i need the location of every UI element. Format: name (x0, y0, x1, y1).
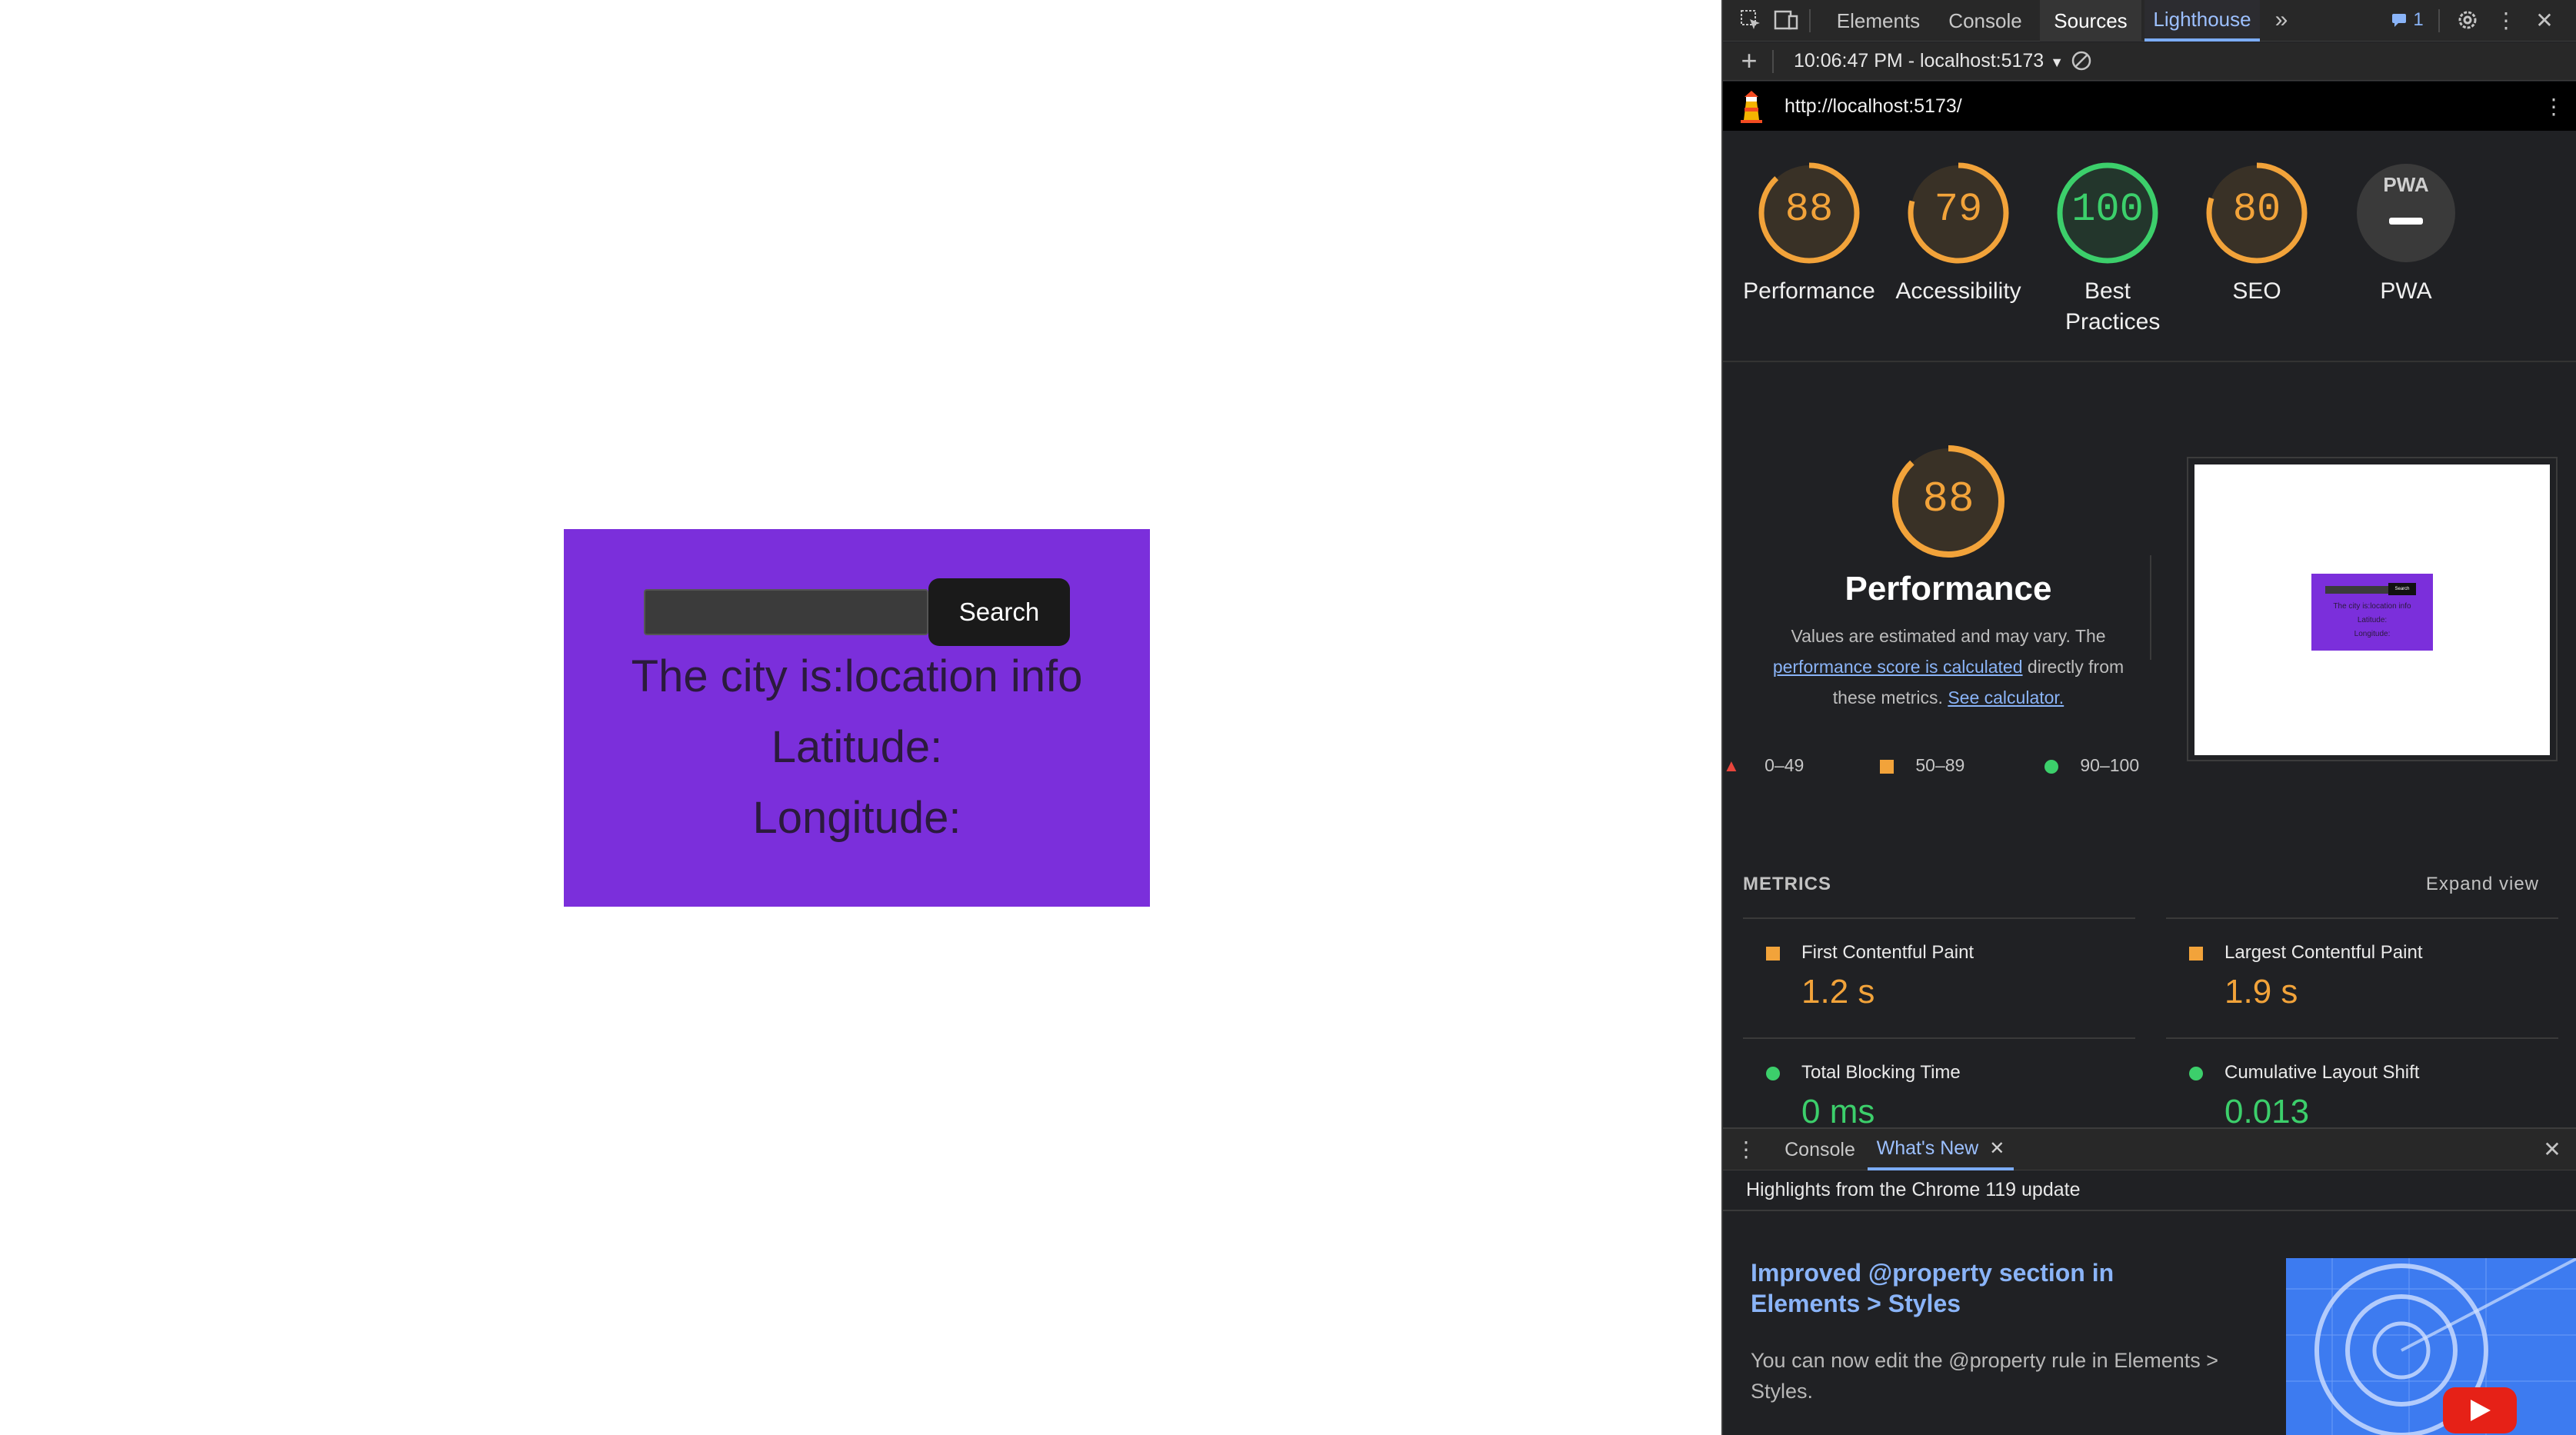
lighthouse-toolbar: + 10:06:47 PM - localhost:5173 ▼ (1723, 42, 2576, 81)
close-devtools-icon[interactable]: ✕ (2531, 6, 2558, 34)
kebab-menu-icon[interactable]: ⋮ (2492, 6, 2520, 34)
clear-reports-icon[interactable] (2068, 47, 2095, 75)
legend-pass: 90–100 (2044, 755, 2139, 776)
metric-label: Cumulative Layout Shift (2224, 1062, 2420, 1083)
metric-value: 1.9 s (2224, 973, 2298, 1010)
city-text: The city is:location info (631, 651, 1083, 701)
more-tabs-icon[interactable]: » (2268, 6, 2295, 34)
report-url-bar: http://localhost:5173/ ⋮ (1723, 82, 2576, 131)
pwa-badge-text: PWA (2383, 173, 2429, 196)
article-title[interactable]: Improved @property section in Elements >… (1751, 1257, 2151, 1319)
dropdown-arrow-icon: ▼ (2050, 55, 2064, 70)
score-calculated-link[interactable]: performance score is calculated (1773, 657, 2023, 677)
tab-console[interactable]: Console (1935, 0, 2035, 42)
metric-fcp: First Contentful Paint 1.2 s (1743, 917, 2135, 1037)
city-search-input[interactable] (644, 589, 928, 635)
score-label: Performance (1743, 278, 1875, 304)
gauge-accessibility[interactable]: 79 Accessibility (1874, 161, 2043, 307)
metrics-header: METRICS (1743, 874, 1831, 894)
metric-mark (2189, 1067, 2203, 1080)
lighthouse-logo-icon (1738, 89, 1765, 123)
video-thumbnail[interactable] (2286, 1258, 2576, 1435)
settings-gear-icon[interactable] (2454, 6, 2481, 34)
score-label: PWA (2380, 278, 2432, 304)
metric-value: 0.013 (2224, 1093, 2310, 1130)
score-value: 80 (2232, 187, 2281, 232)
metric-label: Total Blocking Time (1801, 1062, 1961, 1083)
score-label: Accessibility (1895, 278, 2021, 304)
issues-badge[interactable]: 1 (2384, 6, 2431, 34)
metric-lcp: Largest Contentful Paint 1.9 s (2166, 917, 2558, 1037)
tab-elements[interactable]: Elements (1828, 0, 1929, 42)
gauge-performance[interactable]: 88 Performance (1725, 161, 1894, 307)
legend-fail: ▲ 0–49 (1723, 755, 1805, 775)
report-select[interactable]: 10:06:47 PM - localhost:5173 ▼ (1794, 50, 2064, 72)
performance-score: 88 (1922, 474, 1974, 524)
score-value: 88 (1785, 187, 1834, 232)
new-report-plus-icon[interactable]: + (1735, 45, 1763, 76)
legend-average: 50–89 (1880, 755, 1964, 776)
score-label: Best Practices (2065, 278, 2161, 335)
see-calculator-link[interactable]: See calculator. (1948, 688, 2064, 708)
report-menu-icon[interactable]: ⋮ (2540, 92, 2568, 120)
performance-title: Performance (1845, 570, 2052, 608)
metric-mark (1766, 947, 1780, 961)
score-value: 100 (2071, 187, 2144, 232)
circle-icon (2044, 759, 2058, 774)
metric-mark (2189, 947, 2203, 961)
devtools-tabbar: Elements Console Sources Lighthouse » 1 … (1723, 0, 2576, 42)
performance-description: Values are estimated and may vary. The p… (1772, 626, 2124, 708)
latitude-text: Latitude: (771, 722, 943, 772)
issues-icon (2392, 14, 2407, 27)
weather-card: Search The city is:location info Latitud… (564, 529, 1150, 907)
metric-label: First Contentful Paint (1801, 942, 1974, 963)
gauge-pwa[interactable]: PWA PWA (2321, 161, 2491, 307)
report-url: http://localhost:5173/ (1785, 95, 1962, 117)
devtools-panel: Elements Console Sources Lighthouse » 1 … (1721, 0, 2576, 1435)
search-button[interactable]: Search (928, 578, 1070, 646)
thumbnail-card: Search The city is:location info Latitud… (2311, 574, 2433, 651)
metric-cls: Cumulative Layout Shift 0.013 (2166, 1037, 2558, 1130)
longitude-text: Longitude: (752, 793, 961, 843)
category-scores: 88 Performance 79 Accessibility 100 Best… (1723, 132, 2576, 362)
drawer-tab-console[interactable]: Console (1774, 1129, 1866, 1170)
performance-section: 88 Performance Values are estimated and … (1723, 363, 2576, 840)
thumbnail-search-button: Search (2388, 583, 2416, 595)
whats-new-panel: Highlights from the Chrome 119 update Im… (1723, 1171, 2576, 1435)
final-screenshot[interactable]: Search The city is:location info Latitud… (2187, 457, 2558, 761)
page-viewport: Search The city is:location info Latitud… (0, 0, 1721, 1435)
tab-lighthouse[interactable]: Lighthouse (2144, 0, 2260, 42)
close-tab-icon[interactable]: ✕ (1989, 1137, 2004, 1160)
score-label: SEO (2232, 278, 2281, 304)
inspect-element-icon[interactable] (1737, 6, 1765, 34)
expand-view-button[interactable]: Expand view (2426, 874, 2539, 895)
triangle-icon: ▲ (1723, 756, 1740, 775)
metric-label: Largest Contentful Paint (2224, 942, 2423, 963)
drawer-menu-icon[interactable]: ⋮ (1732, 1135, 1760, 1163)
metric-tbt: Total Blocking Time 0 ms (1743, 1037, 2135, 1130)
tab-sources[interactable]: Sources (2040, 0, 2141, 42)
gauge-best-practices[interactable]: 100 Best Practices (2023, 161, 2192, 338)
device-toolbar-icon[interactable] (1772, 6, 1800, 34)
highlights-text: Highlights from the Chrome 119 update (1746, 1179, 2081, 1200)
drawer-tabbar: ⋮ Console What's New ✕ ✕ (1723, 1127, 2576, 1170)
metric-value: 0 ms (1801, 1093, 1875, 1130)
gauge-seo[interactable]: 80 SEO (2172, 161, 2341, 307)
article-text: You can now edit the @property rule in E… (1751, 1349, 2219, 1403)
metric-value: 1.2 s (1801, 973, 1875, 1010)
drawer-tab-whats-new[interactable]: What's New ✕ (1868, 1129, 2014, 1170)
score-value: 79 (1934, 187, 1983, 232)
square-icon (1880, 759, 1894, 774)
thumbnail-text: The city is:location info Latitude: Long… (2333, 602, 2411, 638)
performance-summary: 88 Performance Values are estimated and … (1745, 444, 2152, 713)
metric-mark (1766, 1067, 1780, 1080)
close-drawer-icon[interactable]: ✕ (2538, 1135, 2566, 1163)
screenshot-page: Search The city is:location info Latitud… (2194, 464, 2550, 755)
